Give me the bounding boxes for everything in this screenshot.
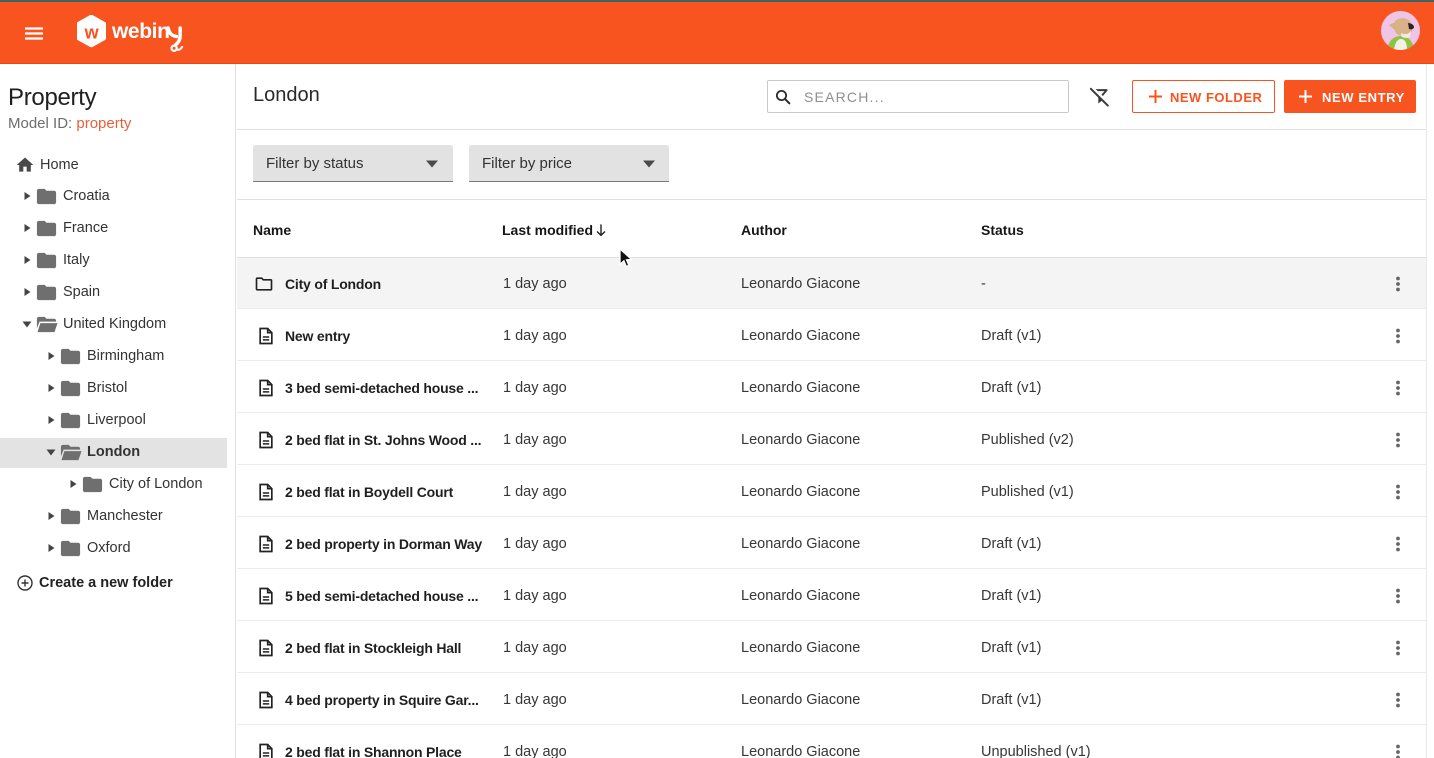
- svg-text:w: w: [84, 23, 100, 43]
